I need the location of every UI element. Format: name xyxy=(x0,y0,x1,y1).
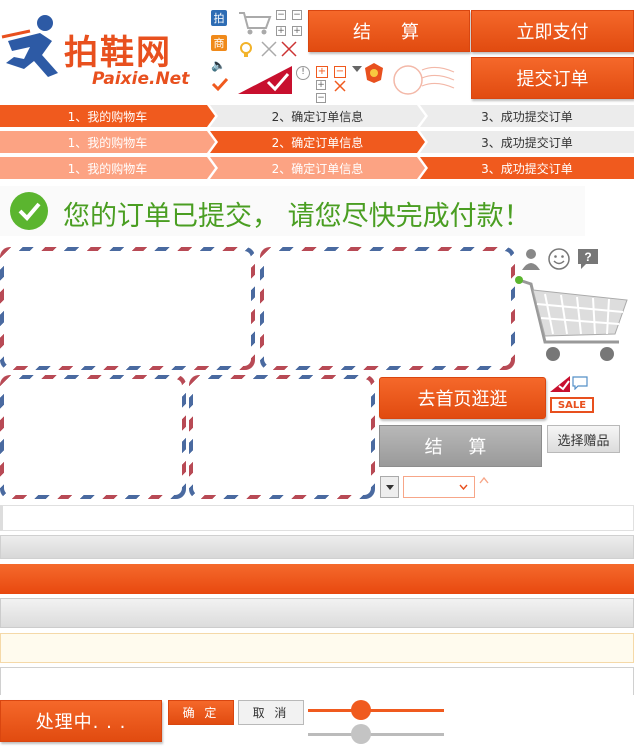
envelope-frame xyxy=(189,375,375,499)
chat-icon[interactable] xyxy=(572,376,588,390)
minus-orange-icon[interactable]: − xyxy=(334,66,346,78)
chevron-down-icon xyxy=(459,484,468,490)
site-logo[interactable]: 拍鞋网 Paixie.Net xyxy=(0,5,205,100)
svg-text:?: ? xyxy=(584,250,591,264)
checkout-progress-steps: 1、我的购物车 2、确定订单信息 3、成功提交订单 xyxy=(0,105,634,127)
shopping-cart-icon xyxy=(515,276,628,361)
step-3: 3、成功提交订单 xyxy=(420,131,634,153)
orange-bar xyxy=(0,564,634,594)
idea-bulb-icon xyxy=(240,42,252,57)
help-icon[interactable]: ? xyxy=(577,248,599,270)
chevron-up-icon[interactable] xyxy=(479,476,489,484)
close-orange-icon[interactable] xyxy=(334,80,346,92)
notice-bar xyxy=(0,633,634,663)
step-1: 1、我的购物车 xyxy=(0,131,215,153)
success-check-icon xyxy=(10,192,48,230)
step-1: 1、我的购物车 xyxy=(0,105,215,127)
check-icon xyxy=(211,77,229,92)
user-icon[interactable] xyxy=(521,248,541,270)
text-area-field[interactable] xyxy=(0,667,634,695)
pai-icon: 拍 xyxy=(211,10,227,26)
envelope-frame xyxy=(260,247,515,370)
slider-track xyxy=(308,733,444,736)
step-2: 2、确定订单信息 xyxy=(210,105,425,127)
triangle-down-icon xyxy=(385,484,394,490)
minus-icon[interactable]: − xyxy=(316,93,326,103)
select-dropdown[interactable] xyxy=(403,476,475,498)
cancel-button[interactable]: 取 消 xyxy=(238,700,304,725)
cart-small-icon[interactable] xyxy=(238,10,272,36)
logo-name: 拍鞋网 xyxy=(64,33,172,73)
shield-badge-icon xyxy=(365,63,383,83)
sale-tag: SALE xyxy=(550,397,594,413)
checked-corner-icon xyxy=(238,66,292,94)
check-flag-icon xyxy=(550,376,570,392)
go-home-button[interactable]: 去首页逛逛 xyxy=(379,377,546,419)
dropdown-toggle[interactable] xyxy=(380,476,399,498)
orange-slider[interactable] xyxy=(308,700,444,720)
minus-icon[interactable]: − xyxy=(276,10,286,20)
warning-icon: ! xyxy=(296,66,310,80)
plus-icon[interactable]: + xyxy=(292,26,302,36)
speaker-icon: 🔈 xyxy=(211,58,226,72)
pay-now-button[interactable]: 立即支付 xyxy=(471,10,634,52)
checkout-button[interactable]: 结 算 xyxy=(308,10,470,52)
processing-button[interactable]: 处理中. . . xyxy=(0,700,162,742)
step-2: 2、确定订单信息 xyxy=(210,131,425,153)
slider-track xyxy=(308,709,444,712)
envelope-frame xyxy=(0,247,255,370)
success-message: 您的订单已提交， 请您尽快完成付款！ xyxy=(63,201,531,232)
gray-slider[interactable] xyxy=(308,724,444,744)
step-1: 1、我的购物车 xyxy=(0,157,215,179)
plus-icon[interactable]: + xyxy=(276,26,286,36)
checkout-disabled-button[interactable]: 结 算 xyxy=(379,425,542,467)
envelope-frame xyxy=(0,375,186,499)
checkout-progress-steps: 1、我的购物车 2、确定订单信息 3、成功提交订单 xyxy=(0,157,634,179)
checkout-progress-steps: 1、我的购物车 2、确定订单信息 3、成功提交订单 xyxy=(0,131,634,153)
minus-icon[interactable]: − xyxy=(292,10,302,20)
plus-icon[interactable]: + xyxy=(316,80,326,90)
slider-thumb[interactable] xyxy=(351,700,371,720)
triangle-down-icon[interactable] xyxy=(352,66,362,72)
step-3: 3、成功提交订单 xyxy=(420,157,634,179)
plus-orange-icon[interactable]: + xyxy=(316,66,328,78)
text-input-field[interactable] xyxy=(0,505,634,531)
order-success-banner: 您的订单已提交， 请您尽快完成付款！ xyxy=(0,186,585,236)
gray-bar xyxy=(0,535,634,559)
slider-thumb[interactable] xyxy=(351,724,371,744)
confirm-button[interactable]: 确 定 xyxy=(168,700,234,725)
smile-icon[interactable] xyxy=(548,248,570,270)
step-3: 3、成功提交订单 xyxy=(420,105,634,127)
close-gray-icon[interactable] xyxy=(260,40,300,58)
step-2: 2、确定订单信息 xyxy=(210,157,425,179)
logo-subtitle: Paixie.Net xyxy=(92,69,190,89)
shang-icon: 商 xyxy=(211,35,227,51)
runner-logo-icon xyxy=(1,15,58,77)
postmark-stamp-icon xyxy=(393,65,455,95)
submit-order-button[interactable]: 提交订单 xyxy=(471,57,634,99)
gray-panel-bar xyxy=(0,598,634,628)
choose-gift-button[interactable]: 选择赠品 xyxy=(547,425,620,453)
